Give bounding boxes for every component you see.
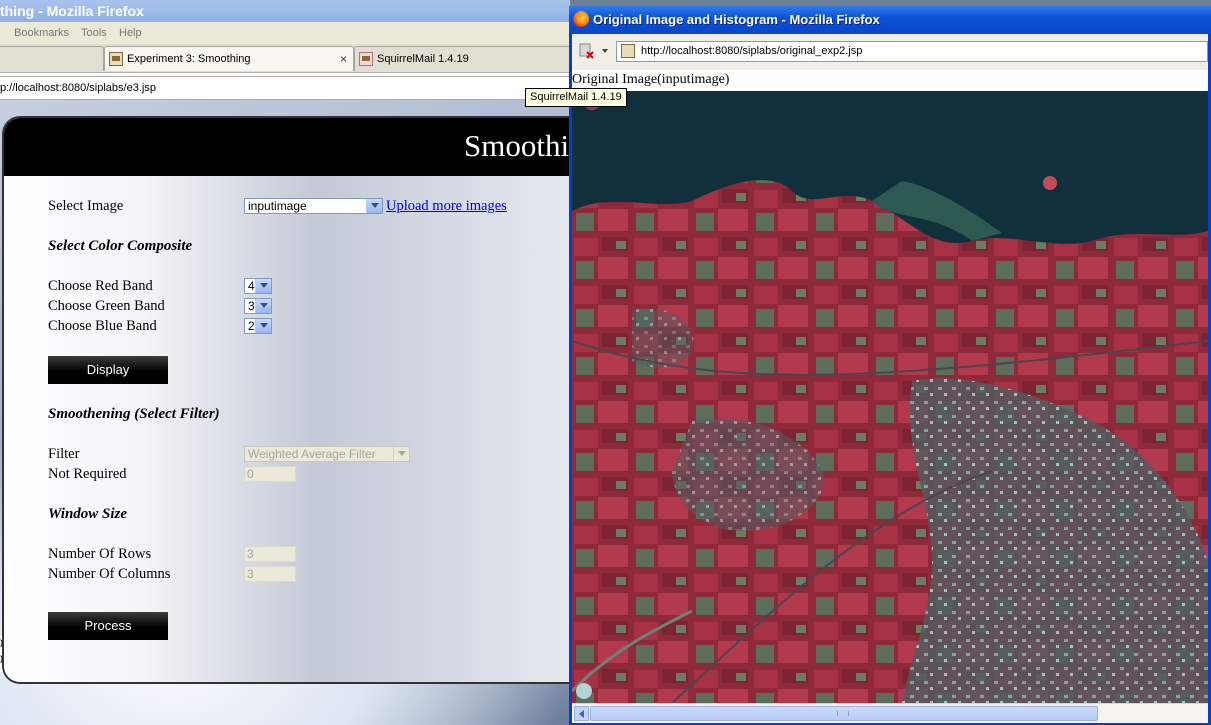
red-band-select[interactable]: 4 [244,278,272,294]
tab-bar: Experiment 3: Smoothing × SquirrelMail 1… [0,44,570,73]
select-image-dropdown[interactable]: inputimage [244,198,383,214]
chevron-down-icon[interactable] [255,279,271,293]
not-required-field[interactable]: 0 [244,466,296,482]
front-toolbar: http://localhost:8080/siplabs/original_e… [572,34,1208,71]
chevron-down-icon[interactable] [255,319,271,333]
color-composite-heading: Select Color Composite [48,238,193,254]
edge-digit: 0 [0,636,3,650]
back-window-title-bar[interactable]: thing - Mozilla Firefox [0,0,570,22]
process-button[interactable]: Process [48,612,168,640]
background-browser-window: thing - Mozilla Firefox Bookmarks Tools … [0,0,570,725]
columns-field[interactable]: 3 [244,566,296,582]
filter-select[interactable]: Weighted Average Filter [244,446,410,462]
tab-tooltip: SquirrelMail 1.4.19 [525,88,627,107]
page-favicon-icon [109,52,123,66]
image-caption: Original Image(inputimage) [572,72,730,87]
select-image-label: Select Image [48,198,124,214]
page-favicon-icon [621,44,635,58]
front-address-text: http://localhost:8080/siplabs/original_e… [641,45,863,57]
red-band-value: 4 [248,279,255,293]
filter-label: Filter [48,446,80,462]
green-band-label: Choose Green Band [48,298,165,314]
chevron-down-icon[interactable] [602,49,608,53]
smoothening-heading: Smoothening (Select Filter) [48,406,220,422]
columns-label: Number Of Columns [48,566,171,582]
scroll-left-icon[interactable] [574,706,589,721]
rows-field[interactable]: 3 [244,546,296,562]
page-title: Smoothi [464,128,570,163]
not-required-label: Not Required [48,466,127,482]
chevron-down-icon[interactable] [366,199,382,213]
scrollbar-thumb[interactable] [590,706,1098,721]
tab-experiment-3[interactable]: Experiment 3: Smoothing × [104,46,354,71]
panel-header: Smoothi [4,118,570,176]
edge-digit: 0 [0,652,3,666]
front-address-bar[interactable]: http://localhost:8080/siplabs/original_e… [616,41,1208,62]
tab-squirrelmail[interactable]: SquirrelMail 1.4.19 [354,46,570,71]
blue-band-label: Choose Blue Band [48,318,157,334]
chevron-down-icon[interactable] [255,299,271,313]
upload-more-images-link[interactable]: Upload more images [386,198,507,215]
form-panel: Smoothi Select Image inputimage Upload m… [4,118,570,682]
rows-label: Number Of Rows [48,546,152,562]
satellite-image-graphic [572,91,1208,703]
address-bar[interactable]: p://localhost:8080/siplabs/e3.jsp [0,76,570,100]
tab-label: Experiment 3: Smoothing [127,53,251,65]
tab-close-icon[interactable]: × [340,47,347,71]
address-text: p://localhost:8080/siplabs/e3.jsp [0,82,156,94]
popup-browser-window: Original Image and Histogram - Mozilla F… [569,6,1211,725]
tab-previous[interactable] [0,46,104,71]
menu-help[interactable]: Help [119,22,142,44]
green-band-select[interactable]: 3 [244,298,272,314]
satellite-image [572,91,1208,703]
chevron-down-icon[interactable] [393,447,409,461]
filter-value: Weighted Average Filter [248,447,376,461]
tab-label: SquirrelMail 1.4.19 [377,53,469,65]
green-band-value: 3 [248,299,255,313]
window-size-heading: Window Size [48,506,128,522]
menu-bookmarks[interactable]: Bookmarks [14,22,69,44]
firefox-icon [573,11,589,27]
squirrelmail-favicon-icon [359,52,373,66]
front-window-body: http://localhost:8080/siplabs/original_e… [572,34,1208,723]
select-image-value: inputimage [248,199,307,213]
menu-bar: Bookmarks Tools Help [0,22,570,44]
blue-band-value: 2 [248,319,255,333]
grip-icon [837,711,849,716]
red-band-label: Choose Red Band [48,278,153,294]
blue-band-select[interactable]: 2 [244,318,272,334]
menu-tools[interactable]: Tools [81,22,107,44]
display-button[interactable]: Display [48,356,168,384]
stop-icon[interactable] [578,43,594,59]
front-window-title-bar[interactable]: Original Image and Histogram - Mozilla F… [569,6,1211,34]
front-window-title: Original Image and Histogram - Mozilla F… [593,12,880,27]
horizontal-scrollbar[interactable] [572,703,1208,723]
back-window-title: thing - Mozilla Firefox [0,3,144,19]
